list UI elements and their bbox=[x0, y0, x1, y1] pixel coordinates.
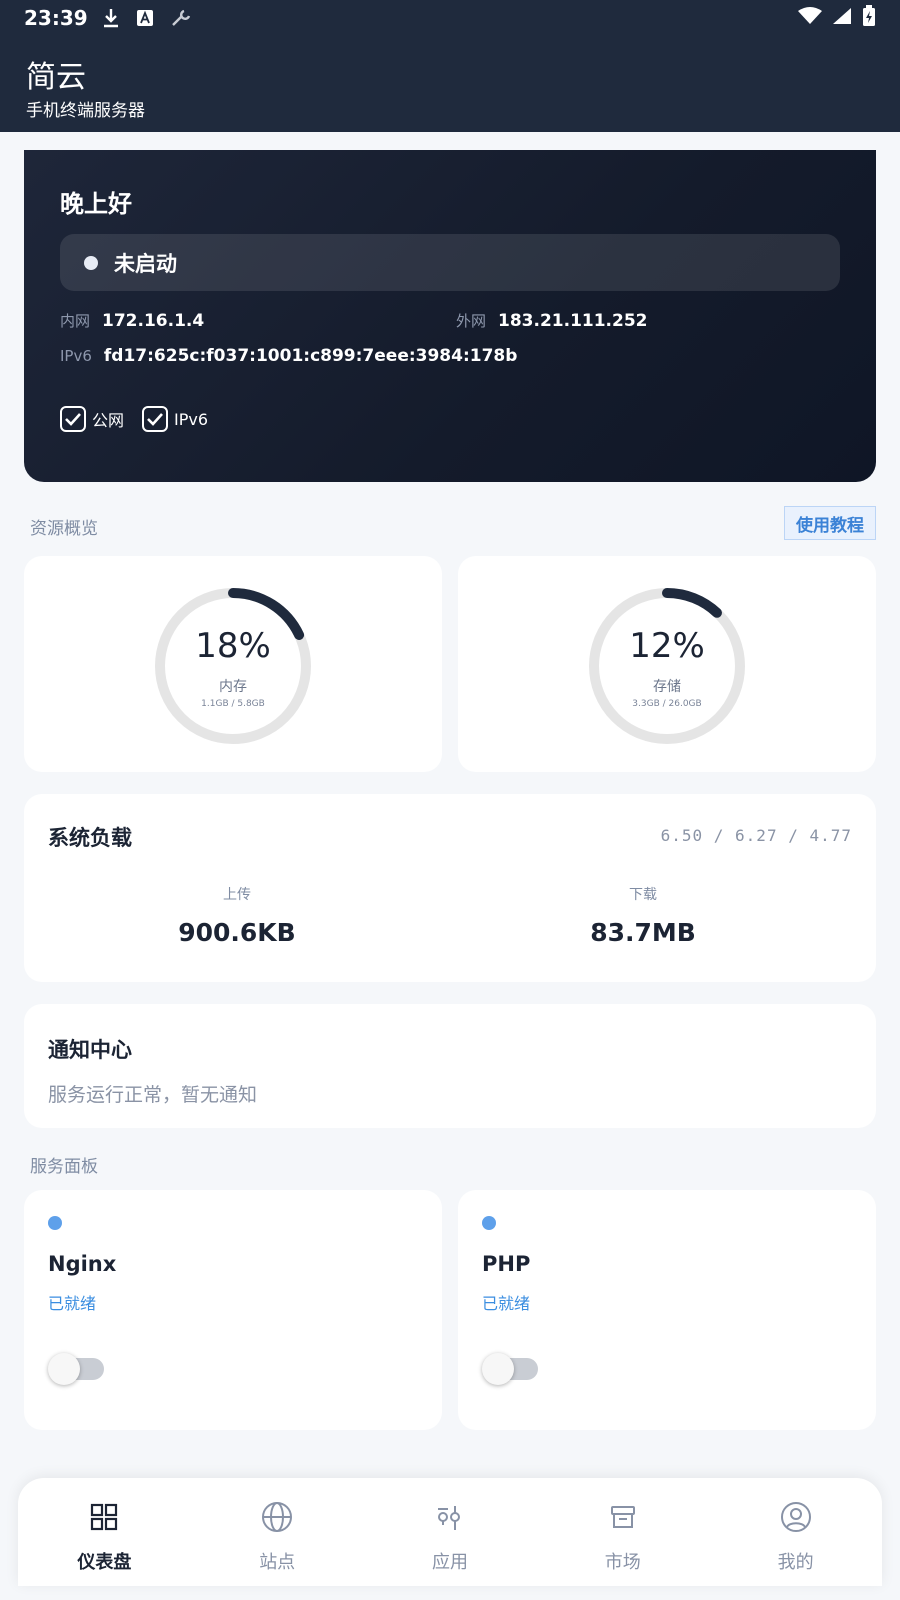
nav-item-sites[interactable]: 站点 bbox=[191, 1478, 364, 1586]
toggle-knob bbox=[482, 1353, 514, 1385]
toggle-knob bbox=[48, 1353, 80, 1385]
wan-label: 外网 bbox=[456, 312, 487, 330]
status-bar: 23:39 bbox=[0, 0, 900, 36]
nav-label: 市场 bbox=[604, 1552, 641, 1573]
nav-item-dashboard[interactable]: 仪表盘 bbox=[18, 1478, 191, 1586]
system-load-title: 系统负载 bbox=[48, 826, 132, 850]
lan-ip-row: 内网 172.16.1.4 bbox=[60, 310, 204, 331]
checkbox-checked-icon bbox=[142, 406, 169, 432]
dashboard-icon bbox=[87, 1500, 121, 1534]
ipv6-row: IPv6 fd17:625c:f037:1001:c899:7eee:3984:… bbox=[60, 346, 517, 366]
service-name: Nginx bbox=[48, 1252, 117, 1276]
server-status-button[interactable]: 未启动 bbox=[60, 234, 840, 291]
checkbox-checked-icon bbox=[60, 406, 86, 432]
app-header: 23:39 简云 手机终端服务器 bbox=[0, 0, 900, 132]
tutorial-button[interactable]: 使用教程 bbox=[784, 506, 876, 540]
nav-label: 站点 bbox=[259, 1552, 296, 1573]
service-status-dot-icon bbox=[48, 1216, 62, 1230]
download-stat: 下载 83.7MB bbox=[430, 884, 856, 947]
ipv6-checkbox-label: IPv6 bbox=[174, 409, 209, 429]
system-load-card: 系统负载 6.50 / 6.27 / 4.77 上传 900.6KB 下载 83… bbox=[24, 794, 876, 982]
nav-label: 仪表盘 bbox=[77, 1552, 132, 1573]
nav-item-market[interactable]: 市场 bbox=[536, 1478, 709, 1586]
storage-gauge-text: 12% 存储 3.3GB / 26.0GB bbox=[587, 586, 747, 746]
notification-center-card[interactable]: 通知中心 服务运行正常，暂无通知 bbox=[24, 1004, 876, 1128]
service-status-dot-icon bbox=[482, 1216, 496, 1230]
globe-icon bbox=[260, 1500, 294, 1534]
wan-ip: 183.21.111.252 bbox=[498, 311, 648, 331]
storage-card: 12% 存储 3.3GB / 26.0GB bbox=[458, 556, 876, 772]
app-title: 简云 bbox=[26, 60, 86, 95]
memory-card: 18% 内存 1.1GB / 5.8GB bbox=[24, 556, 442, 772]
memory-detail: 1.1GB / 5.8GB bbox=[201, 699, 265, 709]
server-status-card: 晚上好 未启动 内网 172.16.1.4 外网 183.21.111.252 … bbox=[24, 150, 876, 482]
memory-label: 内存 bbox=[219, 679, 247, 695]
load-averages: 6.50 / 6.27 / 4.77 bbox=[660, 826, 852, 845]
status-time: 23:39 bbox=[24, 6, 88, 30]
memory-percent: 18% bbox=[195, 626, 271, 666]
bottom-navigation: 仪表盘 站点 应用 市场 我的 bbox=[18, 1478, 882, 1586]
service-state: 已就绪 bbox=[482, 1294, 531, 1313]
storage-percent: 12% bbox=[629, 626, 705, 666]
lan-label: 内网 bbox=[60, 312, 91, 330]
lan-ip: 172.16.1.4 bbox=[102, 311, 205, 331]
service-state: 已就绪 bbox=[48, 1294, 97, 1313]
nginx-toggle[interactable] bbox=[48, 1353, 104, 1385]
network-options: 公网 IPv6 bbox=[60, 406, 226, 432]
signal-icon bbox=[832, 6, 852, 30]
app-subtitle: 手机终端服务器 bbox=[26, 101, 145, 121]
wrench-icon bbox=[170, 8, 192, 28]
nav-item-apps[interactable]: 应用 bbox=[364, 1478, 537, 1586]
ipv6-checkbox[interactable]: IPv6 bbox=[142, 406, 208, 432]
nav-label: 我的 bbox=[777, 1552, 814, 1573]
php-toggle[interactable] bbox=[482, 1353, 538, 1385]
download-icon bbox=[102, 8, 120, 28]
wifi-icon bbox=[798, 6, 822, 30]
download-label: 下载 bbox=[629, 887, 657, 903]
upload-stat: 上传 900.6KB bbox=[24, 884, 450, 947]
keyboard-a-icon bbox=[136, 9, 154, 27]
nav-item-profile[interactable]: 我的 bbox=[709, 1478, 882, 1586]
notification-message: 服务运行正常，暂无通知 bbox=[48, 1084, 258, 1106]
apps-icon bbox=[433, 1500, 467, 1534]
notification-center-title: 通知中心 bbox=[48, 1038, 132, 1062]
public-network-label: 公网 bbox=[92, 411, 125, 430]
greeting: 晚上好 bbox=[60, 190, 132, 218]
nav-label: 应用 bbox=[431, 1552, 468, 1573]
service-card-nginx[interactable]: Nginx 已就绪 bbox=[24, 1190, 442, 1430]
storage-label: 存储 bbox=[653, 679, 681, 695]
storage-detail: 3.3GB / 26.0GB bbox=[632, 699, 702, 709]
battery-icon bbox=[862, 4, 876, 32]
ipv6-address: fd17:625c:f037:1001:c899:7eee:3984:178b bbox=[103, 346, 518, 366]
status-dot-icon bbox=[84, 255, 98, 270]
resources-section-label: 资源概览 bbox=[30, 519, 98, 539]
upload-value: 900.6KB bbox=[178, 918, 296, 947]
server-status-text: 未启动 bbox=[114, 251, 177, 276]
services-section-label: 服务面板 bbox=[30, 1157, 98, 1177]
wan-ip-row: 外网 183.21.111.252 bbox=[456, 310, 648, 331]
service-card-php[interactable]: PHP 已就绪 bbox=[458, 1190, 876, 1430]
profile-icon bbox=[779, 1500, 813, 1534]
upload-label: 上传 bbox=[223, 887, 251, 903]
download-value: 83.7MB bbox=[590, 918, 696, 947]
memory-gauge-text: 18% 内存 1.1GB / 5.8GB bbox=[153, 586, 313, 746]
store-icon bbox=[606, 1500, 640, 1534]
service-name: PHP bbox=[482, 1252, 531, 1276]
ipv6-label: IPv6 bbox=[60, 347, 92, 365]
public-network-checkbox[interactable]: 公网 bbox=[60, 406, 124, 432]
